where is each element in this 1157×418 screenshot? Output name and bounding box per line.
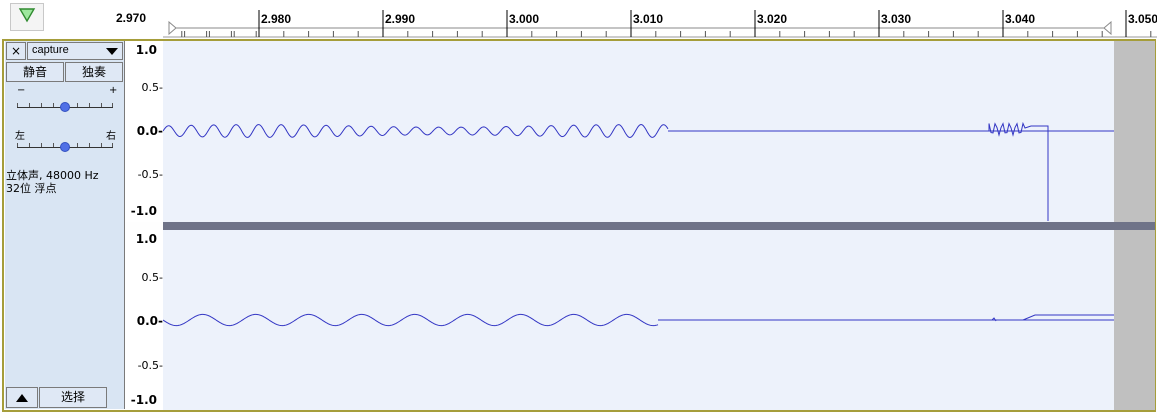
close-track-button[interactable]: × [6, 42, 26, 60]
waveform-display[interactable] [163, 41, 1155, 410]
ruler-tick-label: 3.030 [881, 12, 911, 26]
track-format-line: 32位 浮点 [6, 182, 57, 195]
track-control-panel: × capture 静音 独奏 − + 左 右 立体声, 48000 Hz 32… [5, 41, 125, 409]
scale-label: 0.0- [136, 124, 163, 138]
slider-tick [17, 103, 18, 107]
scale-label: 1.0 [135, 232, 157, 246]
time-ruler-strip[interactable]: 2.980 2.990 3.000 3.010 3.020 3.030 3.040 3.050 [163, 0, 1157, 38]
amplitude-ruler-top: 1.0 0.5- 0.0- -0.5- -1.0 [125, 41, 163, 222]
slider-tick [53, 103, 54, 107]
ruler-tick-label-first: 2.970 [116, 11, 147, 25]
channel-separator [163, 222, 1155, 230]
ruler-tick-label: 3.020 [757, 12, 787, 26]
collapse-up-icon [16, 394, 28, 402]
slider-tick [53, 143, 54, 147]
close-icon: × [10, 44, 22, 58]
slider-tick [112, 103, 113, 107]
mute-button[interactable]: 静音 [6, 62, 64, 82]
gain-minus-label: − [17, 85, 26, 96]
track-format-info: 立体声, 48000 Hz 32位 浮点 [6, 169, 124, 195]
slider-tick [101, 103, 102, 107]
collapse-track-button[interactable] [6, 387, 38, 408]
amplitude-ruler-bottom: 1.0 0.5- 0.0- -0.5- -1.0 [125, 230, 163, 410]
ruler-tick-label: 3.040 [1005, 12, 1035, 26]
region-end-marker[interactable] [1103, 20, 1112, 36]
pan-left-label: 左 [15, 131, 25, 142]
gain-slider[interactable]: − + [13, 85, 117, 115]
scale-label: 0.5- [141, 81, 163, 94]
slider-tick [77, 103, 78, 107]
slider-tick [77, 143, 78, 147]
scale-label: 0.0- [136, 314, 163, 328]
ruler-corner: 2.970 [0, 0, 163, 38]
slider-tick [29, 143, 30, 147]
ruler-tick-label: 2.990 [385, 12, 415, 26]
play-triangle-icon [18, 8, 36, 23]
slider-tick [41, 103, 42, 107]
region-start-marker[interactable] [168, 20, 177, 36]
gain-slider-thumb[interactable] [60, 102, 70, 112]
pan-right-label: 右 [106, 131, 116, 142]
play-indicator-button[interactable] [10, 3, 44, 31]
pan-slider[interactable]: 左 右 [13, 125, 117, 155]
scale-label: -1.0 [130, 204, 157, 218]
track-name-menu[interactable]: capture [27, 42, 123, 60]
slider-tick [17, 143, 18, 147]
scale-label: 0.5- [141, 271, 163, 284]
gain-plus-label: + [109, 85, 118, 96]
solo-button[interactable]: 独奏 [65, 62, 123, 82]
ruler-tick-label: 3.010 [633, 12, 663, 26]
ruler-tick-label: 3.000 [509, 12, 539, 26]
track-format-line: 立体声, 48000 Hz [6, 169, 99, 182]
select-track-button[interactable]: 选择 [39, 387, 107, 408]
slider-tick [41, 143, 42, 147]
track-name: capture [32, 44, 69, 56]
scale-label: -1.0 [130, 393, 157, 407]
pan-slider-thumb[interactable] [60, 142, 70, 152]
ruler-tick-label: 3.050 [1128, 12, 1157, 26]
slider-tick [112, 143, 113, 147]
scale-label: -0.5- [137, 359, 163, 372]
chevron-down-icon [106, 48, 118, 55]
slider-tick [29, 103, 30, 107]
ruler-tick-label: 2.980 [261, 12, 291, 26]
scale-label: -0.5- [137, 168, 163, 181]
slider-tick [89, 103, 90, 107]
slider-tick [89, 143, 90, 147]
scale-label: 1.0 [135, 43, 157, 57]
slider-tick [101, 143, 102, 147]
